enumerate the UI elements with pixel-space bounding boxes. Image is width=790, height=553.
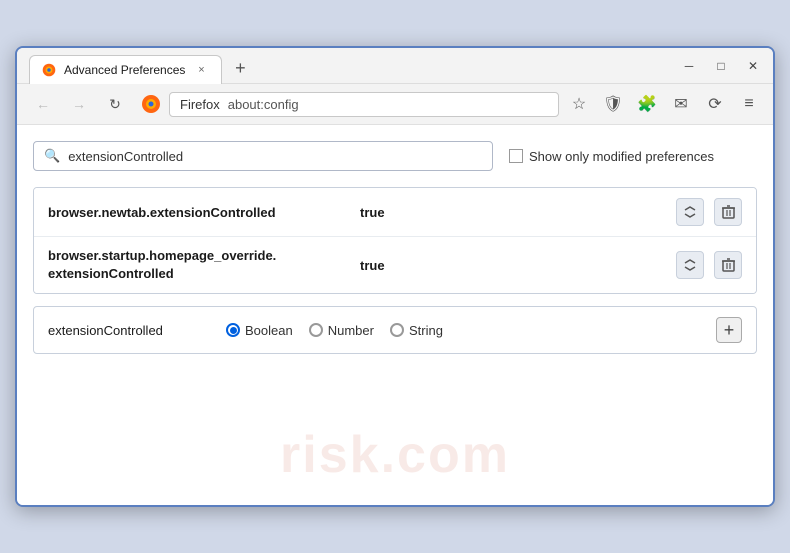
pref-name: browser.newtab.extensionControlled	[48, 205, 348, 220]
mail-icon[interactable]: ✉	[669, 92, 693, 116]
arrows-icon	[683, 258, 697, 272]
url-address: about:config	[228, 97, 299, 112]
window-controls: ─ □ ✕	[681, 59, 761, 79]
tab-favicon-icon	[42, 63, 56, 77]
string-radio-option[interactable]: String	[390, 323, 443, 338]
boolean-radio-circle[interactable]	[226, 323, 240, 337]
boolean-label: Boolean	[245, 323, 293, 338]
menu-icon[interactable]: ≡	[737, 92, 761, 116]
results-table: browser.newtab.extensionControlled true	[33, 187, 757, 294]
toolbar-icons: ☆ 🛡 🧩 ✉ ⟳ ≡	[567, 92, 761, 116]
arrows-icon	[683, 205, 697, 219]
search-row: 🔍 Show only modified preferences	[33, 141, 757, 171]
show-modified-label[interactable]: Show only modified preferences	[509, 149, 714, 164]
table-row: browser.startup.homepage_override.extens…	[34, 237, 756, 293]
toggle-button[interactable]	[676, 251, 704, 279]
search-input[interactable]	[68, 149, 482, 164]
trash-icon	[722, 205, 735, 219]
pref-name: browser.startup.homepage_override.extens…	[48, 247, 348, 283]
new-pref-name: extensionControlled	[48, 323, 208, 338]
tab-close-button[interactable]: ×	[193, 62, 209, 78]
close-button[interactable]: ✕	[745, 59, 761, 73]
extension-icon[interactable]: 🧩	[635, 92, 659, 116]
trash-icon	[722, 258, 735, 272]
show-modified-text: Show only modified preferences	[529, 149, 714, 164]
toolbar: ← → ↻ Firefox about:config ☆ 🛡 🧩 ✉ ⟳ ≡	[17, 84, 773, 125]
add-preference-row: extensionControlled Boolean Number Strin…	[33, 306, 757, 354]
browser-tab[interactable]: Advanced Preferences ×	[29, 55, 222, 84]
minimize-button[interactable]: ─	[681, 59, 697, 73]
browser-window: Advanced Preferences × + ─ □ ✕ ← → ↻ Fir…	[15, 46, 775, 507]
row-actions	[676, 251, 742, 279]
page-content: risk.com 🔍 Show only modified preference…	[17, 125, 773, 505]
pref-value: true	[360, 205, 385, 220]
pref-value: true	[360, 258, 385, 273]
add-button[interactable]: +	[716, 317, 742, 343]
delete-button[interactable]	[714, 198, 742, 226]
url-bar[interactable]: Firefox about:config	[169, 92, 559, 117]
number-radio-circle[interactable]	[309, 323, 323, 337]
watermark: risk.com	[280, 425, 510, 485]
number-radio-option[interactable]: Number	[309, 323, 374, 338]
forward-button[interactable]: →	[65, 90, 93, 118]
delete-button[interactable]	[714, 251, 742, 279]
search-box[interactable]: 🔍	[33, 141, 493, 171]
bookmark-icon[interactable]: ☆	[567, 92, 591, 116]
title-bar: Advanced Preferences × + ─ □ ✕	[17, 48, 773, 84]
string-label: String	[409, 323, 443, 338]
firefox-logo-icon	[141, 94, 161, 114]
reload-button[interactable]: ↻	[101, 90, 129, 118]
show-modified-checkbox[interactable]	[509, 149, 523, 163]
new-tab-button[interactable]: +	[226, 55, 254, 83]
search-icon: 🔍	[44, 148, 60, 164]
toggle-button[interactable]	[676, 198, 704, 226]
browser-brand-label: Firefox	[180, 97, 220, 112]
number-label: Number	[328, 323, 374, 338]
back-button[interactable]: ←	[29, 90, 57, 118]
row-actions	[676, 198, 742, 226]
type-radio-group: Boolean Number String	[226, 323, 443, 338]
sync-icon[interactable]: ⟳	[703, 92, 727, 116]
shield-icon[interactable]: 🛡	[601, 92, 625, 116]
restore-button[interactable]: □	[713, 59, 729, 73]
string-radio-circle[interactable]	[390, 323, 404, 337]
tab-title: Advanced Preferences	[64, 63, 185, 77]
boolean-radio-option[interactable]: Boolean	[226, 323, 293, 338]
table-row: browser.newtab.extensionControlled true	[34, 188, 756, 237]
